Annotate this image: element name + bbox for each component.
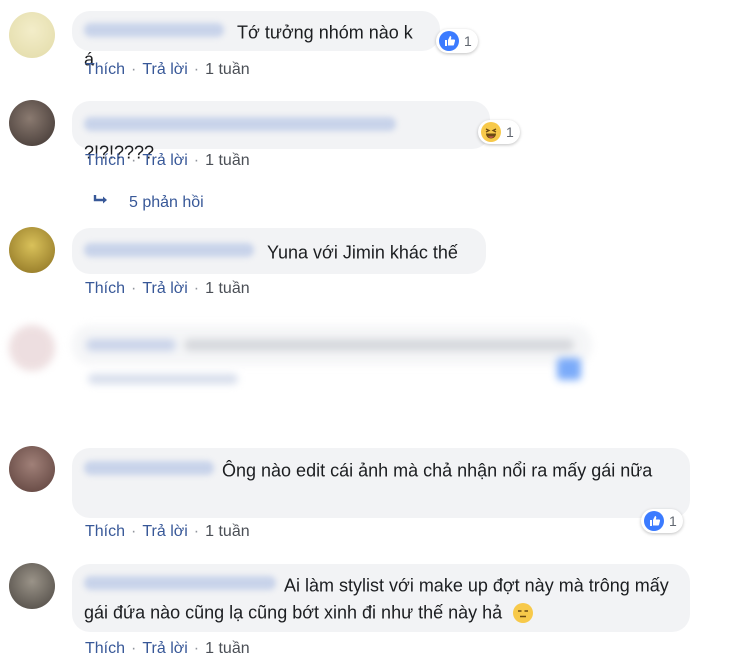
comment-actions: Thích · Trả lời · 1 tuần	[85, 61, 250, 78]
timestamp[interactable]: 1 tuần	[205, 523, 249, 540]
reaction-count[interactable]: 1	[478, 120, 520, 144]
blurred-actions	[88, 374, 238, 384]
comment-bubble: ?!?!????	[72, 101, 490, 162]
timestamp[interactable]: 1 tuần	[205, 152, 249, 169]
like-link[interactable]: Thích	[85, 280, 125, 297]
reply-link[interactable]: Trả lời	[142, 280, 187, 297]
like-link[interactable]: Thích	[85, 640, 125, 657]
like-icon	[644, 511, 664, 531]
reaction-count[interactable]: 1	[436, 29, 478, 53]
comment-bubble: Ông nào edit cái ảnh mà chả nhận nổi ra …	[72, 448, 690, 518]
reply-link[interactable]: Trả lời	[142, 152, 187, 169]
reply-link[interactable]: Trả lời	[142, 523, 187, 540]
like-link[interactable]: Thích	[85, 61, 125, 78]
commenter-name[interactable]	[84, 243, 254, 258]
commenter-name[interactable]	[84, 576, 276, 591]
hidden-comment-bubble	[72, 325, 592, 365]
reaction-number: 1	[506, 124, 514, 140]
comment-actions: Thích · Trả lời · 1 tuần	[85, 280, 250, 297]
hidden-reaction	[557, 358, 581, 380]
reaction-number: 1	[464, 33, 472, 49]
reaction-count[interactable]: 1	[641, 509, 683, 533]
avatar	[9, 325, 55, 371]
haha-emoji-icon	[481, 122, 501, 142]
avatar[interactable]	[9, 446, 55, 492]
comment-bubble: Ai làm stylist với make up đợt này mà tr…	[72, 564, 690, 632]
comment-bubble: Yuna với Jimin khác thế	[72, 228, 486, 274]
commenter-name[interactable]	[84, 23, 224, 38]
comment-bubble: Tớ tưởng nhóm nào k á	[72, 11, 440, 70]
avatar[interactable]	[9, 227, 55, 273]
commenter-name[interactable]	[84, 461, 214, 476]
timestamp[interactable]: 1 tuần	[205, 280, 249, 297]
expressionless-emoji-icon	[513, 602, 534, 623]
avatar[interactable]	[9, 12, 55, 58]
avatar[interactable]	[9, 563, 55, 609]
like-icon	[439, 31, 459, 51]
view-replies-link[interactable]: 5 phản hồi	[93, 193, 204, 212]
replies-count: 5 phản hồi	[129, 193, 204, 211]
timestamp[interactable]: 1 tuần	[205, 61, 249, 78]
timestamp[interactable]: 1 tuần	[205, 640, 249, 657]
like-link[interactable]: Thích	[85, 523, 125, 540]
reply-arrow-icon	[93, 193, 113, 212]
commenter-name[interactable]	[84, 117, 396, 132]
reaction-number: 1	[669, 513, 677, 529]
reply-link[interactable]: Trả lời	[142, 640, 187, 657]
blurred-name	[86, 339, 176, 351]
comment-text: Yuna với Jimin khác thế	[267, 242, 458, 263]
comment-actions: Thích · Trả lời · 1 tuần	[85, 523, 250, 540]
comment-actions: Thích · Trả lời · 1 tuần	[85, 152, 250, 169]
comment-text: Ông nào edit cái ảnh mà chả nhận nổi ra …	[222, 460, 653, 481]
reply-link[interactable]: Trả lời	[142, 61, 187, 78]
blurred-text	[184, 339, 574, 351]
comment-actions: Thích · Trả lời · 1 tuần	[85, 640, 250, 657]
avatar[interactable]	[9, 100, 55, 146]
like-link[interactable]: Thích	[85, 152, 125, 169]
